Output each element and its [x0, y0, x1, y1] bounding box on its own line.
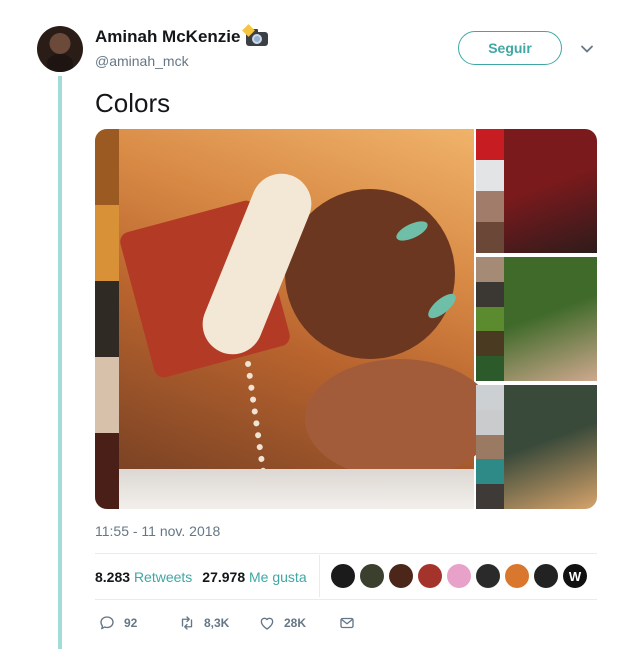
- palette-swatch: [476, 306, 504, 332]
- likes-stat[interactable]: 27.978 Me gusta: [202, 569, 306, 585]
- liker-avatar-6[interactable]: [476, 564, 500, 588]
- likes-count: 27.978: [202, 569, 246, 585]
- retweet-count: 8,3K: [204, 616, 230, 630]
- heart-icon: [260, 617, 274, 630]
- liker-avatar-2[interactable]: [360, 564, 384, 588]
- tweet-media[interactable]: [95, 129, 597, 509]
- palette-swatch: [476, 356, 504, 381]
- face-upper: [285, 189, 455, 359]
- camera-with-flash-icon: [242, 24, 269, 46]
- side-palette-2: [476, 257, 504, 381]
- palette-swatch: [95, 205, 119, 281]
- side-palette-3: [476, 385, 504, 509]
- palette-swatch: [476, 484, 504, 509]
- bed-sheet: [95, 469, 474, 509]
- palette-swatch: [95, 433, 119, 509]
- user-handle[interactable]: @aminah_mck: [95, 53, 189, 69]
- side-palette-1: [476, 129, 504, 253]
- palette-swatch: [476, 409, 504, 435]
- palette-swatch: [476, 385, 504, 410]
- side-photo-2[interactable]: [476, 257, 597, 381]
- liker-avatar-1[interactable]: [331, 564, 355, 588]
- retweet-button[interactable]: 8,3K: [178, 614, 258, 632]
- palette-swatch: [476, 129, 504, 160]
- chevron-down-icon[interactable]: [580, 42, 594, 56]
- reply-button[interactable]: 92: [98, 614, 178, 632]
- display-name[interactable]: Aminah McKenzie: [95, 27, 240, 47]
- follow-button[interactable]: Seguir: [458, 31, 562, 65]
- palette-swatch: [476, 331, 504, 357]
- reply-icon: [100, 616, 114, 630]
- liker-avatar-9[interactable]: W: [563, 564, 587, 588]
- likes-label: Me gusta: [249, 569, 307, 585]
- main-photo[interactable]: [95, 129, 495, 509]
- palette-swatch: [95, 129, 119, 205]
- side-scene-3: [504, 385, 597, 509]
- liker-avatar-7[interactable]: [505, 564, 529, 588]
- side-scene-1: [504, 129, 597, 253]
- palette-swatch: [95, 281, 119, 357]
- palette-swatch: [476, 459, 504, 485]
- retweets-stat[interactable]: 8.283 Retweets: [95, 569, 192, 585]
- palette-swatch: [476, 191, 504, 222]
- liker-avatar-5[interactable]: [447, 564, 471, 588]
- tweet-timestamp[interactable]: 11:55 - 11 nov. 2018: [95, 523, 220, 539]
- liker-avatar-3[interactable]: [389, 564, 413, 588]
- like-count: 28K: [284, 616, 307, 630]
- divider-bottom: [95, 599, 597, 600]
- liker-avatar-4[interactable]: [418, 564, 442, 588]
- retweet-icon: [181, 616, 193, 630]
- palette-swatch: [476, 257, 504, 282]
- reply-count: 92: [124, 616, 138, 630]
- avatar[interactable]: [37, 26, 83, 72]
- author-name-row: Aminah McKenzie: [95, 24, 269, 47]
- liker-avatars: W: [331, 564, 587, 588]
- palette-swatch: [476, 434, 504, 460]
- divider-top: [95, 553, 597, 554]
- direct-message-button[interactable]: [338, 614, 356, 632]
- retweets-count: 8.283: [95, 569, 131, 585]
- tweet-actions: 92 8,3K 28K: [98, 614, 356, 632]
- stats-separator: [319, 555, 320, 597]
- side-scene-2: [504, 257, 597, 381]
- liker-avatar-8[interactable]: [534, 564, 558, 588]
- envelope-icon: [340, 617, 354, 629]
- palette-swatch: [476, 281, 504, 307]
- retweets-label: Retweets: [133, 569, 193, 585]
- side-photo-1[interactable]: [476, 129, 597, 253]
- side-photo-3[interactable]: [476, 385, 597, 509]
- palette-swatch: [476, 160, 504, 191]
- palette-swatch: [95, 357, 119, 433]
- tweet-text: Colors: [95, 88, 171, 118]
- like-button[interactable]: 28K: [258, 614, 338, 632]
- palette-swatch: [476, 222, 504, 253]
- tweet-stats: 8.283 Retweets 27.978 Me gusta: [95, 569, 307, 585]
- face-lower: [305, 359, 495, 479]
- thread-line: [58, 76, 62, 649]
